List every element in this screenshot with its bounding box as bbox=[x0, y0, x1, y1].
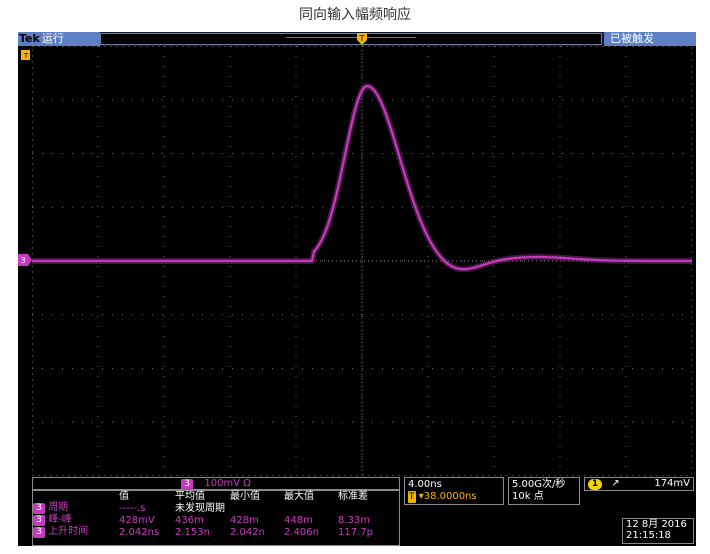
svg-text:3: 3 bbox=[20, 256, 25, 265]
status-bar: Tek 运行 T 已被触发 bbox=[18, 32, 696, 46]
row-name: 峰-峰 bbox=[48, 514, 72, 525]
row-value: 2.042ns bbox=[119, 526, 160, 538]
record-length: 10k 点 bbox=[512, 491, 544, 502]
row-std: 8.33m bbox=[338, 514, 371, 526]
header-max: 最大值 bbox=[284, 491, 314, 502]
timebase-scale: 4.00ns bbox=[408, 479, 442, 490]
row-mean: 436m bbox=[175, 514, 204, 526]
channel-3-scale-value: 100mV Ω bbox=[204, 478, 251, 489]
trigger-delay: ▾38.0000ns bbox=[418, 491, 477, 502]
channel-3-waveform bbox=[32, 85, 692, 271]
datetime-readout: 12 8月 2016 21:15:18 bbox=[622, 518, 694, 544]
trigger-level: 174mV bbox=[654, 478, 690, 489]
row-channel-badge: 3 bbox=[33, 527, 45, 538]
row-value: -----.s bbox=[119, 502, 146, 514]
date: 12 8月 2016 bbox=[626, 519, 687, 530]
waveform-graticule bbox=[32, 46, 692, 476]
acquisition-readout[interactable]: 5.00G次/秒 10k 点 bbox=[508, 477, 580, 505]
brand-logo: Tek bbox=[19, 32, 40, 45]
table-row[interactable]: 3 周期 -----.s 未发现周期 bbox=[33, 502, 377, 514]
record-overview-bar[interactable] bbox=[100, 33, 602, 45]
table-row[interactable]: 3 上升时间 2.042ns 2.153n 2.042n 2.406n 117.… bbox=[33, 526, 377, 538]
trigger-readout[interactable]: 1 ↗ 174mV bbox=[584, 477, 694, 491]
table-row[interactable]: 3 峰-峰 428mV 436m 428m 448m 8.33m bbox=[33, 514, 377, 526]
row-channel-badge: 3 bbox=[33, 515, 45, 526]
run-state: 运行 bbox=[41, 32, 64, 45]
row-value: 428mV bbox=[119, 514, 155, 526]
row-max: 2.406n bbox=[284, 526, 319, 538]
waveform-glow bbox=[32, 83, 692, 273]
trigger-status: 已被触发 bbox=[604, 32, 696, 46]
row-channel-badge: 3 bbox=[33, 503, 45, 514]
svg-text:T: T bbox=[359, 34, 365, 43]
channel-3-scale[interactable]: 3 100mV Ω bbox=[32, 477, 400, 490]
row-max: 448m bbox=[284, 514, 313, 526]
time: 21:15:18 bbox=[626, 530, 671, 541]
brand-run-state: Tek 运行 bbox=[18, 32, 100, 46]
channel-3-badge: 3 bbox=[181, 479, 194, 490]
row-mean: 2.153n bbox=[175, 526, 210, 538]
trigger-source-badge: 1 bbox=[588, 479, 602, 490]
oscilloscope-screen: Tek 运行 T 已被触发 T 3 3 100mV Ω 值 平均值 最小值 最大… bbox=[18, 32, 696, 546]
trigger-slope-icon: ↗ bbox=[611, 478, 620, 489]
trigger-delay-icon: T bbox=[408, 491, 416, 503]
sample-rate: 5.00G次/秒 bbox=[512, 479, 566, 490]
header-min: 最小值 bbox=[230, 491, 260, 502]
page-title: 同向输入幅频响应 bbox=[299, 7, 411, 23]
row-name: 上升时间 bbox=[48, 526, 89, 537]
row-name: 周期 bbox=[48, 502, 69, 513]
measurement-table: 值 平均值 最小值 最大值 标准差 3 周期 -----.s 未发现周期 3 峰… bbox=[32, 490, 400, 546]
row-min: 428m bbox=[230, 514, 259, 526]
header-value: 值 bbox=[119, 491, 129, 502]
measurement-header: 值 平均值 最小值 最大值 标准差 bbox=[33, 491, 377, 502]
header-std: 标准差 bbox=[338, 491, 368, 502]
channel-3-ground-marker[interactable]: 3 bbox=[18, 254, 32, 266]
row-min: 2.042n bbox=[230, 526, 265, 538]
trigger-position-icon[interactable]: T bbox=[356, 32, 368, 46]
record-view-window bbox=[286, 37, 416, 38]
readout-panel: 3 100mV Ω 值 平均值 最小值 最大值 标准差 3 周期 -----.s… bbox=[18, 476, 696, 546]
header-mean: 平均值 bbox=[175, 491, 205, 502]
trigger-level-icon[interactable]: T bbox=[18, 50, 32, 60]
row-std: 117.7p bbox=[338, 526, 373, 538]
timebase-readout[interactable]: 4.00ns T ▾38.0000ns bbox=[404, 477, 504, 505]
svg-text:T: T bbox=[23, 52, 29, 60]
row-note: 未发现周期 bbox=[175, 502, 225, 514]
